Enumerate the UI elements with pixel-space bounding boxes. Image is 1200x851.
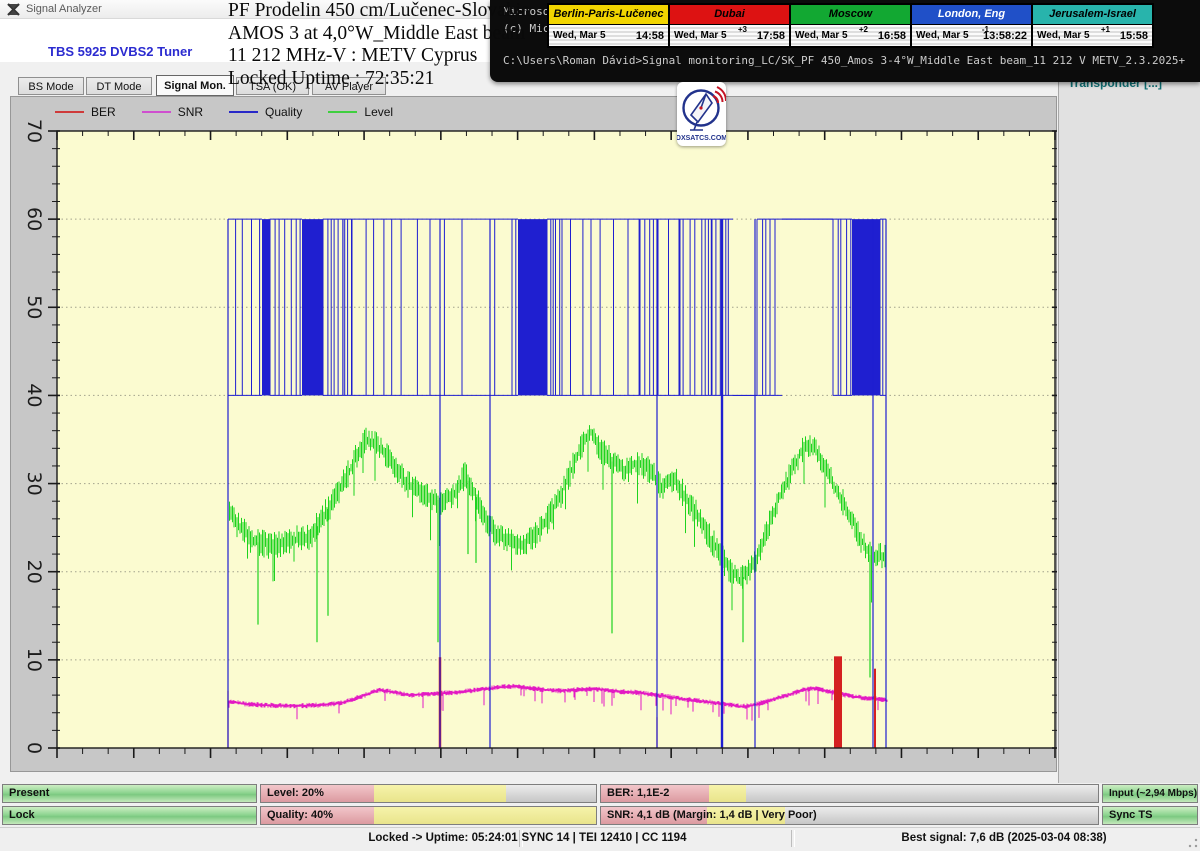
resize-grip[interactable] [1188,838,1198,848]
legend-swatch [55,111,84,113]
tab-dt-mode[interactable]: DT Mode [86,77,152,95]
clock-date: Wed, Mar 5 [795,30,848,41]
clock-body: Wed, Mar 5 14:58 [549,25,668,46]
ber-label: BER: 1,1E-2 [607,787,669,799]
sync-label: Sync TS [1109,809,1152,821]
svg-text:40: 40 [23,383,45,407]
legend-item-quality: Quality [229,105,302,119]
svg-text:20: 20 [23,560,45,584]
status-divider [791,830,795,847]
dxsatcs-logo: DXSATCS.COM [677,82,726,146]
status-uptime: Locked -> Uptime: 05:24:01 [368,832,517,844]
quality-indicator-bar: Quality: 40% [260,806,597,825]
window-title: Signal Analyzer [26,3,102,15]
legend-label: SNR [178,105,203,119]
tab-bs-mode[interactable]: BS Mode [18,77,84,95]
sync-indicator-bar: Sync TS [1102,806,1198,825]
status-best-signal: Best signal: 7,6 dB (2025-03-04 08:38) [901,832,1106,844]
clock-city: London, Eng [912,5,1031,25]
legend-item-ber: BER [55,105,116,119]
bar-fill-yellow [374,807,597,824]
legend-swatch [229,111,258,113]
input-indicator-bar: Input (~2,94 Mbps) [1102,784,1198,803]
clock-body: Wed, Mar 5-113:58:22 [912,25,1031,46]
snr-indicator-bar: SNR: 4,1 dB (Margin: 1,4 dB | Very Poor) [600,806,1099,825]
tuner-title: TBS 5925 DVBS2 Tuner [48,44,192,59]
lock-label: Lock [9,809,35,821]
clock-utc-offset: +2 [859,25,868,34]
world-clock-3: Moscow Wed, Mar 5 +2 16:58 [791,5,910,46]
level-label: Level: 20% [267,787,324,799]
clock-time: 15:58 [1120,30,1148,42]
legend-item-snr: SNR [142,105,203,119]
clock-time: 13:58:22 [983,30,1027,42]
clock-utc-offset: +3 [738,25,747,34]
legend-swatch [142,111,171,113]
world-clock-5: Jerusalem-Israel Wed, Mar 5 +1 15:58 [1033,5,1152,46]
transponder-panel [1058,0,1200,783]
level-indicator-bar: Level: 20% [260,784,597,803]
svg-text:50: 50 [23,295,45,319]
clock-date: Wed, Mar 5 [916,30,969,41]
world-clocks-panel: Berlin-Paris-Lučenec Wed, Mar 5 14:58 Dubai… [547,3,1154,48]
tab-signal-mon-[interactable]: Signal Mon. [156,75,234,96]
clock-city: Jerusalem-Israel [1033,5,1152,25]
clock-date: Wed, Mar 5 [1037,30,1090,41]
lock-indicator-bar: Lock [2,806,257,825]
svg-text:70: 70 [23,119,45,143]
clock-body: Wed, Mar 5 +2 16:58 [791,25,910,46]
ber-indicator-bar: BER: 1,1E-2 [600,784,1099,803]
legend-item-level: Level [328,105,393,119]
present-label: Present [9,787,49,799]
clock-city: Moscow [791,5,910,25]
legend-label: BER [91,105,116,119]
clock-city: Berlin-Paris-Lučenec [549,5,668,25]
clock-date: Wed, Mar 5 [674,30,727,41]
svg-text:10: 10 [23,648,45,672]
clock-body: Wed, Mar 5 +3 17:58 [670,25,789,46]
bar-fill-yellow [709,785,746,802]
caption-line-3: 11 212 MHz-V : METV Cyprus [228,45,496,68]
legend-label: Level [364,105,393,119]
svg-text:30: 30 [23,471,45,495]
caption-line-4: Locked Uptime : 72:35:21 [228,68,496,91]
snr-label: SNR: 4,1 dB (Margin: 1,4 dB | Very Poor) [607,809,817,821]
clock-utc-offset: +1 [1101,25,1110,34]
terminal-prompt: C:\Users\Roman Dávid>Signal monitoring_L… [503,54,1185,67]
legend-label: Quality [265,105,302,119]
annotation-caption: PF Prodelin 450 cm/Lučenec-SlovakiaAMOS … [228,0,496,90]
caption-line-2: AMOS 3 at 4,0°W_Middle East beam [228,23,496,46]
status-sync-counters: SYNC 14 | TEI 12410 | CC 1194 [522,832,687,844]
quality-label: Quality: 40% [267,809,333,821]
clock-time: 14:58 [636,30,664,42]
signal-chart: 0 10 20 30 40 50 60 70 [10,96,1057,772]
world-clock-2: Dubai Wed, Mar 5 +3 17:58 [670,5,789,46]
present-indicator-bar: Present [2,784,257,803]
legend-swatch [328,111,357,113]
bar-fill-yellow [374,785,506,802]
chart-legend: BER SNR Quality Level [55,101,393,123]
clock-date: Wed, Mar 5 [553,30,606,41]
logo-text: DXSATCS.COM [677,135,726,142]
caption-line-1: PF Prodelin 450 cm/Lučenec-Slovakia [228,0,496,23]
input-label: Input (~2,94 Mbps) [1109,788,1197,799]
world-clock-1: Berlin-Paris-Lučenec Wed, Mar 5 14:58 [549,5,668,46]
clock-city: Dubai [670,5,789,25]
app-icon [7,3,20,16]
world-clock-4: London, EngWed, Mar 5-113:58:22 [912,5,1031,46]
clock-time: 17:58 [757,30,785,42]
svg-text:0: 0 [23,742,45,754]
clock-time: 16:58 [878,30,906,42]
clock-body: Wed, Mar 5 +1 15:58 [1033,25,1152,46]
svg-text:60: 60 [23,207,45,231]
